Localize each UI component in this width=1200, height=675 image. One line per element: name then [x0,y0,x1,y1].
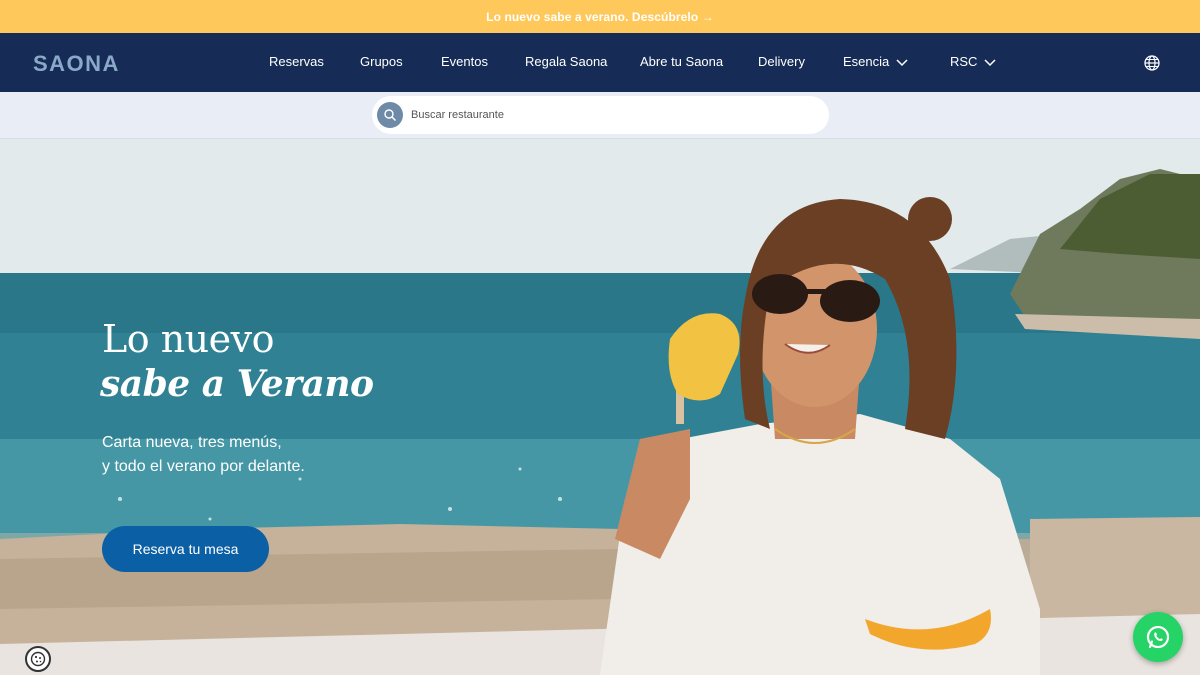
reserve-table-button[interactable]: Reserva tu mesa [102,526,269,572]
search-strip [0,92,1200,139]
hero-title-line1: Lo nuevo [102,317,274,361]
nav-item-regala-saona[interactable]: Regala Saona [525,54,607,69]
whatsapp-button[interactable] [1133,612,1183,662]
main-navbar: SAONA Reservas Grupos Eventos Regala Sao… [0,33,1200,92]
nav-item-reservas[interactable]: Reservas [269,54,324,69]
nav-item-label: Grupos [360,54,403,69]
hero-subtitle-line1: Carta nueva, tres menús, [102,434,282,451]
announcement-link[interactable]: Lo nuevo sabe a verano. Descúbrelo → [486,10,714,24]
whatsapp-icon [1146,625,1170,649]
search-button[interactable] [377,102,403,128]
cookie-settings-button[interactable] [25,646,51,672]
hero-title-line2: sabe a Verano [100,363,374,405]
search-input[interactable] [411,109,791,121]
saona-logo[interactable]: SAONA [33,51,120,77]
hero-subtitle: Carta nueva, tres menús, y todo el veran… [102,431,305,479]
cookie-icon [30,651,46,667]
nav-item-label: Abre tu Saona [640,54,724,69]
nav-item-delivery[interactable]: Delivery [758,54,805,69]
nav-item-esencia[interactable]: Esencia [843,54,909,69]
nav-item-grupos[interactable]: Grupos [360,54,403,69]
search-box[interactable] [372,96,829,134]
nav-item-label: Esencia [843,54,890,69]
chevron-down-icon [896,58,908,66]
nav-item-label: Delivery [758,54,805,69]
hero-banner: Lo nuevo sabe a Verano Carta nueva, tres… [0,139,1200,675]
nav-item-rsc[interactable]: RSC [950,54,997,69]
nav-item-abre-tu-saona[interactable]: Abre tu Saona [640,54,723,69]
hero-photo [0,139,1200,675]
hero-subtitle-line2: y todo el verano por delante. [102,458,305,475]
nav-item-label: Eventos [441,54,488,69]
nav-item-label: Regala Saona [525,54,608,69]
chevron-down-icon [984,58,996,66]
announcement-bar: Lo nuevo sabe a verano. Descúbrelo → [0,0,1200,33]
nav-item-label: Reservas [269,54,324,69]
search-icon [384,109,397,122]
nav-item-eventos[interactable]: Eventos [441,54,488,69]
globe-icon[interactable] [1143,54,1161,72]
nav-item-label: RSC [950,54,978,69]
